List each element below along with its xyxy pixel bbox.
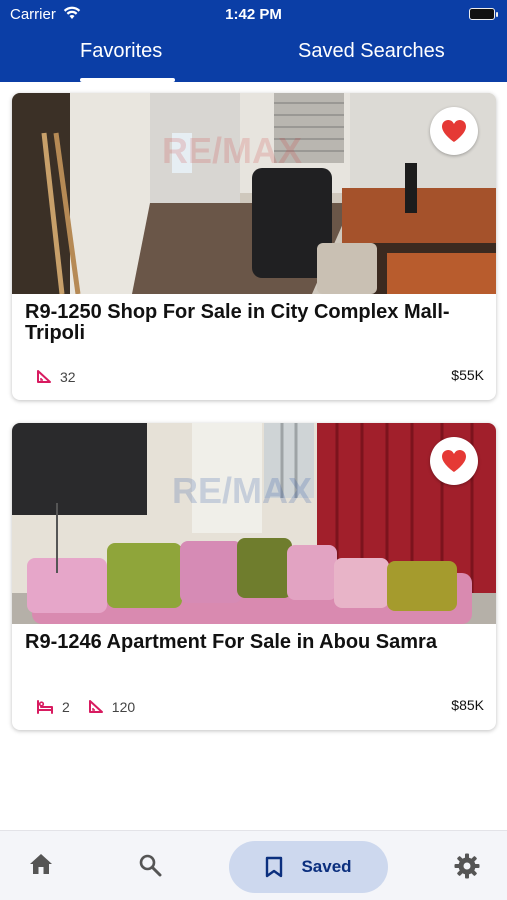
area-info: 120 [88, 699, 135, 715]
active-tab-indicator [80, 78, 175, 82]
listing-meta: 2 120 [36, 699, 153, 715]
battery-icon [469, 8, 498, 20]
area-ruler-icon [37, 370, 51, 383]
status-bar: Carrier 1:42 PM [0, 0, 507, 28]
app-header: Carrier 1:42 PM Favorites Saved Searches [0, 0, 507, 82]
favorite-button[interactable] [430, 437, 478, 485]
listing-photo[interactable]: RE/MAX [12, 423, 496, 624]
bed-icon [37, 700, 53, 714]
listing-price: $55K [451, 367, 484, 383]
living-room-photo: RE/MAX [12, 423, 496, 624]
area-value: 32 [60, 369, 76, 385]
listing-card[interactable]: RE/MAX R9-1246 Apartment For Sale in Abo… [12, 423, 496, 730]
listing-meta: 32 [36, 369, 94, 385]
listing-title[interactable]: R9-1250 Shop For Sale in City Complex Ma… [25, 302, 480, 344]
favorite-button[interactable] [430, 107, 478, 155]
listing-card[interactable]: RE/MAX R9-1250 Shop For Sale in City Com… [12, 93, 496, 400]
search-icon[interactable] [138, 853, 162, 877]
bookmark-icon [266, 856, 283, 878]
tab-saved-searches[interactable]: Saved Searches [298, 40, 445, 63]
nav-saved-label: Saved [301, 857, 352, 876]
tab-favorites[interactable]: Favorites [80, 40, 162, 63]
svg-text:RE/MAX: RE/MAX [162, 130, 302, 171]
heart-icon [442, 450, 466, 472]
heart-icon [442, 120, 466, 142]
office-photo: RE/MAX [12, 93, 496, 294]
bedrooms-value: 2 [62, 699, 70, 715]
area-info: 32 [36, 369, 76, 385]
bottom-navigation: Saved [0, 830, 507, 900]
listing-title[interactable]: R9-1246 Apartment For Sale in Abou Samra [25, 632, 480, 653]
listing-price: $85K [451, 697, 484, 713]
nav-saved-button[interactable]: Saved [229, 841, 388, 893]
listing-photo[interactable]: RE/MAX [12, 93, 496, 294]
home-icon[interactable] [29, 853, 53, 875]
gear-icon[interactable] [454, 853, 480, 879]
svg-text:RE/MAX: RE/MAX [172, 470, 312, 511]
area-value: 120 [111, 699, 136, 715]
bedrooms-info: 2 [36, 699, 70, 715]
clock: 1:42 PM [225, 6, 282, 23]
area-ruler-icon [88, 700, 103, 713]
